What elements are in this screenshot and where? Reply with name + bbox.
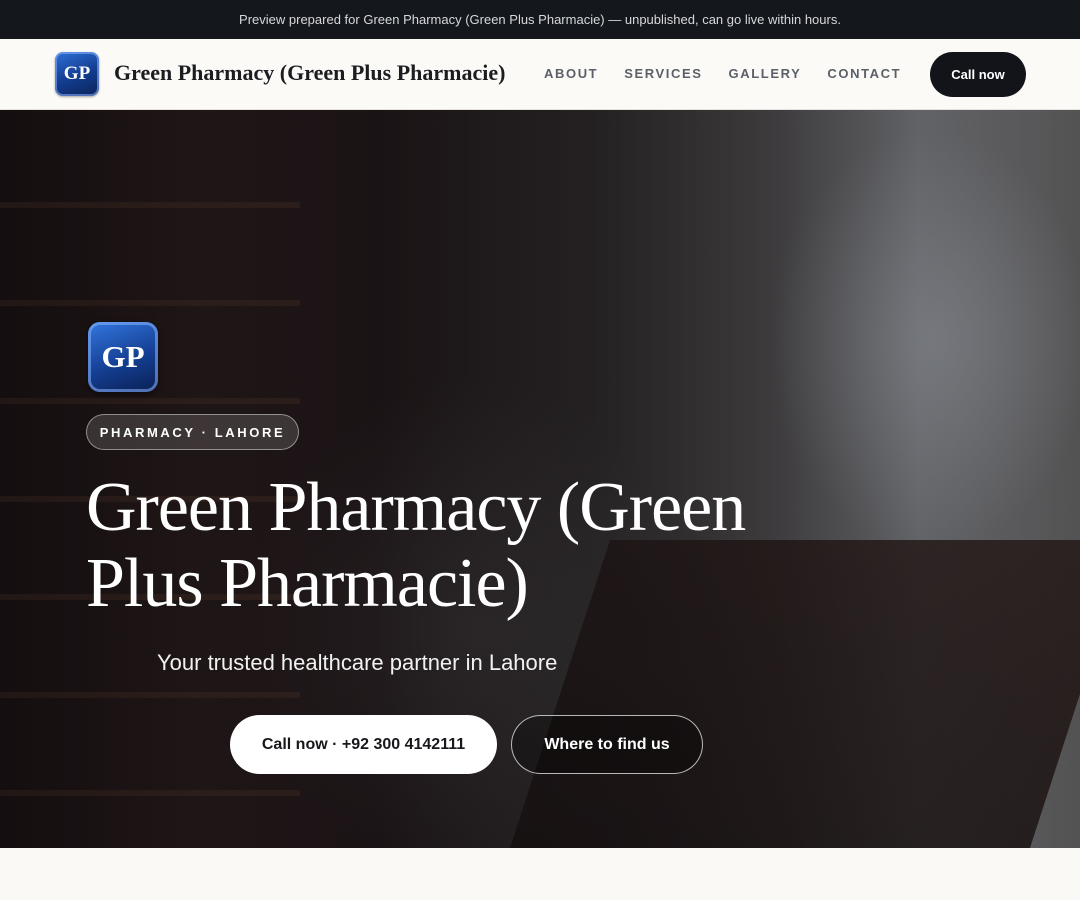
- brand-logo[interactable]: GP: [55, 52, 99, 96]
- nav-link-services[interactable]: SERVICES: [624, 66, 702, 81]
- preview-banner-text: Preview prepared for Green Pharmacy (Gre…: [239, 12, 841, 27]
- hero-category-badge: PHARMACY · LAHORE: [86, 414, 299, 450]
- header-call-now-button[interactable]: Call now: [930, 52, 1026, 97]
- where-to-find-us-button[interactable]: Where to find us: [511, 715, 703, 774]
- hero-section: GP PHARMACY · LAHORE Green Pharmacy (Gre…: [0, 110, 1080, 848]
- brand-logo-text: GP: [63, 63, 91, 84]
- nav-link-gallery[interactable]: GALLERY: [729, 66, 802, 81]
- hero-logo: GP: [88, 322, 158, 392]
- hero-tagline: Your trusted healthcare partner in Lahor…: [157, 650, 558, 675]
- brand-name[interactable]: Green Pharmacy (Green Plus Pharmacie): [114, 60, 505, 86]
- hero-logo-text: GP: [101, 339, 145, 374]
- site-header: GP Green Pharmacy (Green Plus Pharmacie)…: [0, 39, 1080, 110]
- next-section: [0, 848, 1080, 900]
- call-now-phone-button[interactable]: Call now · +92 300 4142111: [230, 715, 497, 774]
- nav-link-contact[interactable]: CONTACT: [827, 66, 901, 81]
- hero-title: Green Pharmacy (Green Plus Pharmacie): [86, 469, 746, 622]
- nav-link-about[interactable]: ABOUT: [544, 66, 598, 81]
- main-nav: ABOUT SERVICES GALLERY CONTACT: [544, 66, 927, 81]
- preview-banner: Preview prepared for Green Pharmacy (Gre…: [0, 0, 1080, 39]
